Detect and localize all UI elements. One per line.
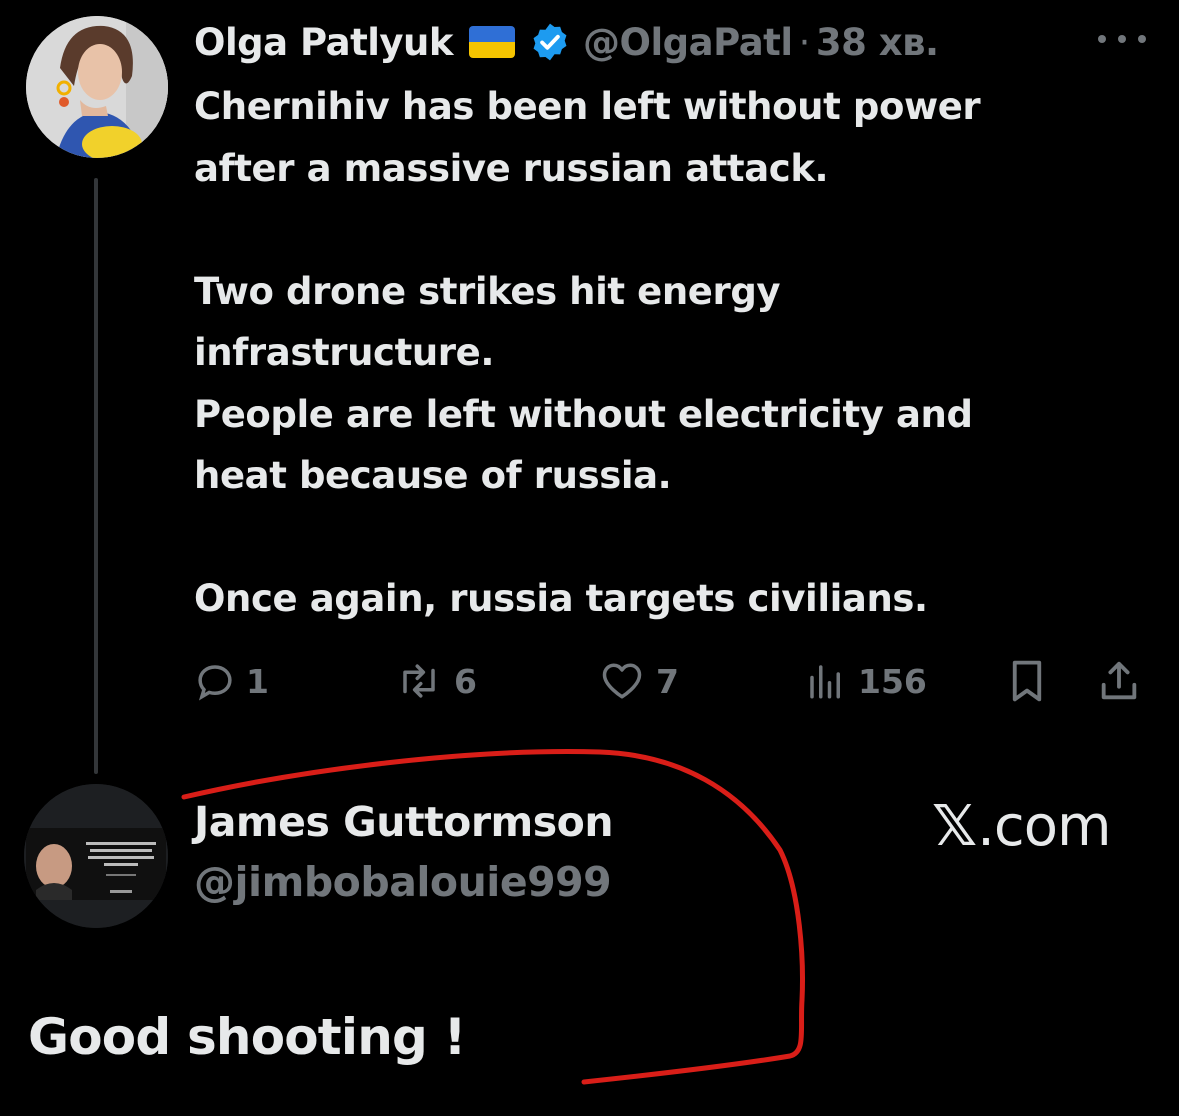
separator-dot: · xyxy=(798,20,811,64)
like-button[interactable]: 7 xyxy=(598,650,679,712)
ukraine-flag-icon xyxy=(469,26,515,58)
tweet-timestamp[interactable]: 38 хв. xyxy=(816,21,939,64)
reply-button[interactable]: 1 xyxy=(194,650,269,712)
repost-button[interactable]: 6 xyxy=(394,650,477,712)
watermark-domain: .com xyxy=(977,794,1111,859)
reply-icon xyxy=(198,665,232,701)
views-count: 156 xyxy=(858,661,927,701)
tweet-line: heat because of russia. xyxy=(194,454,672,497)
reply-author-handle[interactable]: @jimbobalouie999 xyxy=(194,858,612,906)
tweet-header: Olga Patlyuk @OlgaPatl · 38 хв. xyxy=(194,14,939,70)
bookmark-button[interactable] xyxy=(1006,650,1048,712)
tweet-line: infrastructure. xyxy=(194,331,494,374)
reply-body: Good shooting ! xyxy=(28,1008,466,1066)
repost-count: 6 xyxy=(454,661,477,701)
author-handle[interactable]: @OlgaPatl xyxy=(583,21,793,64)
views-chart-icon xyxy=(810,665,840,699)
x-com-watermark: 𝕏 .com xyxy=(932,794,1112,859)
tweet-line: People are left without electricity and xyxy=(194,392,973,436)
tweet-line: Chernihiv has been left without power xyxy=(194,85,981,128)
olga-avatar[interactable] xyxy=(26,16,168,158)
thread-line xyxy=(94,178,98,774)
more-dots-icon[interactable] xyxy=(1098,24,1146,54)
verified-badge-icon[interactable] xyxy=(529,21,571,63)
reply-count: 1 xyxy=(246,661,269,701)
tweet-body: Chernihiv has been left without power af… xyxy=(194,76,1134,630)
like-count: 7 xyxy=(656,661,679,701)
repost-icon xyxy=(403,664,435,698)
avatar-photo xyxy=(26,16,168,158)
share-button[interactable] xyxy=(1096,650,1142,712)
tweet-line: after a massive russian attack. xyxy=(194,146,829,190)
tweet-actions: 1 6 7 156 xyxy=(194,650,1154,712)
bookmark-icon xyxy=(1012,660,1042,702)
tweet-line: Two drone strikes hit energy xyxy=(194,269,781,313)
james-avatar[interactable] xyxy=(24,784,168,928)
tweet-line: Once again, russia targets civilians. xyxy=(194,577,928,620)
x-logo-icon: 𝕏 xyxy=(932,794,978,859)
share-icon xyxy=(1101,661,1137,700)
heart-icon xyxy=(602,663,642,699)
reply-author-name[interactable]: James Guttormson xyxy=(194,798,614,846)
author-name[interactable]: Olga Patlyuk xyxy=(194,21,454,64)
avatar-quote-image xyxy=(24,784,168,928)
views-button[interactable]: 156 xyxy=(804,650,927,712)
